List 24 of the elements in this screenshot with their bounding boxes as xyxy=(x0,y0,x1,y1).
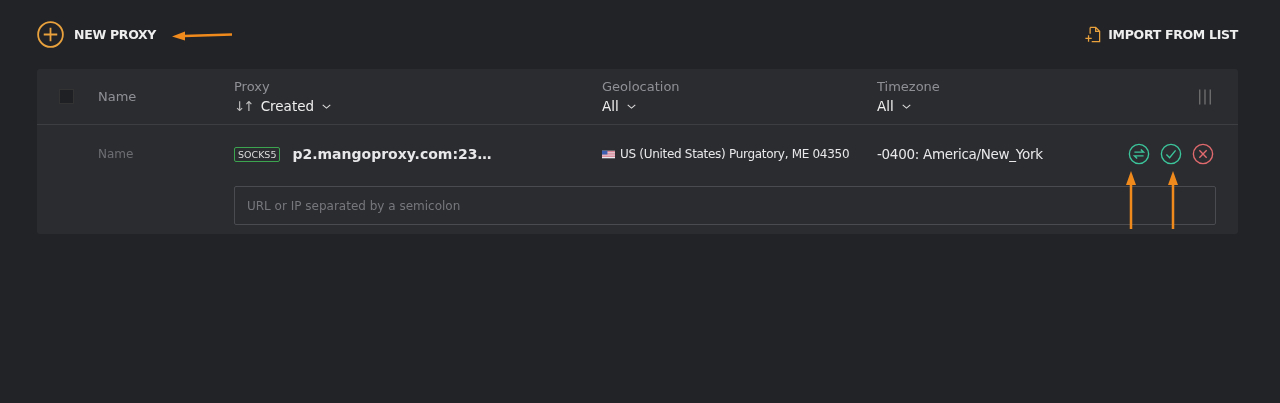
protocol-tag: SOCKS5 xyxy=(234,146,281,162)
annotation-arrow xyxy=(170,29,234,41)
column-header: Name xyxy=(98,89,137,104)
check-icon[interactable] xyxy=(1160,142,1182,166)
sort-dropdown[interactable]: ↓↑ Created xyxy=(234,98,334,114)
column-header: Proxy xyxy=(234,79,270,94)
timezone-text: -0400: America/New_York xyxy=(877,146,1043,162)
column-header: Geolocation xyxy=(602,79,680,94)
filter-dropdown[interactable]: All xyxy=(602,98,638,114)
name-cell: Name xyxy=(98,147,134,161)
annotation-arrow xyxy=(1167,171,1179,229)
proxy-address: p2.mangoproxy.com:23… xyxy=(292,146,492,162)
close-icon[interactable] xyxy=(1192,142,1214,166)
import-button[interactable]: IMPORT FROM LIST xyxy=(1083,25,1238,44)
column-header: Timezone xyxy=(877,79,940,94)
plus-icon xyxy=(37,21,64,48)
file-add-icon xyxy=(1083,25,1103,44)
url-input-field[interactable]: URL or IP separated by a semicolon xyxy=(234,186,1216,225)
new-proxy-button[interactable]: NEW PROXY xyxy=(37,21,157,48)
columns-icon[interactable] xyxy=(1196,87,1214,106)
annotation-arrow xyxy=(1125,171,1137,229)
filter-dropdown[interactable]: All xyxy=(877,98,913,114)
geolocation-text: US (United States) Purgatory, ME 04350 xyxy=(620,147,850,161)
swap-icon[interactable] xyxy=(1128,142,1150,166)
